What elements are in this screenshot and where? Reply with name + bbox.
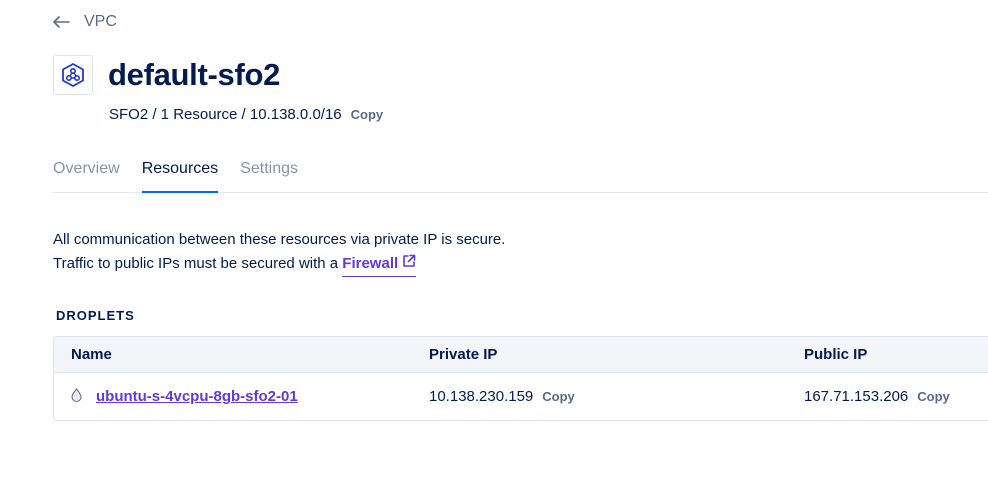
copy-ip-range-button[interactable]: Copy [351,105,384,125]
private-ip-value: 10.138.230.159 [429,388,534,405]
private-ip-cell: 10.138.230.159 Copy [429,388,804,405]
page-title: default-sfo2 [108,57,281,92]
external-link-icon [402,252,416,276]
public-ip-cell: 167.71.153.206 Copy [804,388,988,405]
vpc-network-icon [53,55,93,95]
droplet-name-cell: ubuntu-s-4vcpu-8gb-sfo2-01 [54,387,429,406]
droplets-section-label: DROPLETS [56,308,135,323]
table-row: ubuntu-s-4vcpu-8gb-sfo2-01 10.138.230.15… [54,373,988,420]
tab-resources[interactable]: Resources [141,158,219,193]
firewall-link-label: Firewall [342,255,399,272]
copy-private-ip-button[interactable]: Copy [542,389,575,404]
security-info-line-2: Traffic to public IPs must be secured wi… [53,252,505,277]
column-header-name: Name [71,346,112,363]
security-info-line-1: All communication between these resource… [53,231,506,248]
arrow-left-icon [53,16,70,28]
vpc-meta: SFO2 / 1 Resource / 10.138.0.0/16 Copy [109,105,383,125]
security-info: All communication between these resource… [53,228,505,277]
tab-bar: Overview Resources Settings [53,158,988,193]
droplets-table: Name Private IP Public IP ubuntu-s-4vcpu… [53,336,988,421]
vpc-detail-page: VPC default-sfo2 SFO2 / 1 Resource / 10.… [0,0,988,492]
droplet-icon [71,387,82,406]
back-label: VPC [84,13,117,30]
public-ip-value: 167.71.153.206 [804,388,909,405]
vpc-meta-text: SFO2 / 1 Resource / 10.138.0.0/16 [109,106,342,123]
column-header-public-ip: Public IP [804,346,868,363]
back-to-vpc-link[interactable]: VPC [53,13,117,31]
table-header: Name Private IP Public IP [54,337,988,373]
droplet-name-link[interactable]: ubuntu-s-4vcpu-8gb-sfo2-01 [96,388,298,405]
column-header-private-ip: Private IP [429,346,498,363]
copy-public-ip-button[interactable]: Copy [917,389,950,404]
firewall-link[interactable]: Firewall [342,252,417,277]
tab-settings[interactable]: Settings [240,158,298,193]
security-info-text: Traffic to public IPs must be secured wi… [53,255,339,272]
tab-overview[interactable]: Overview [53,158,120,193]
